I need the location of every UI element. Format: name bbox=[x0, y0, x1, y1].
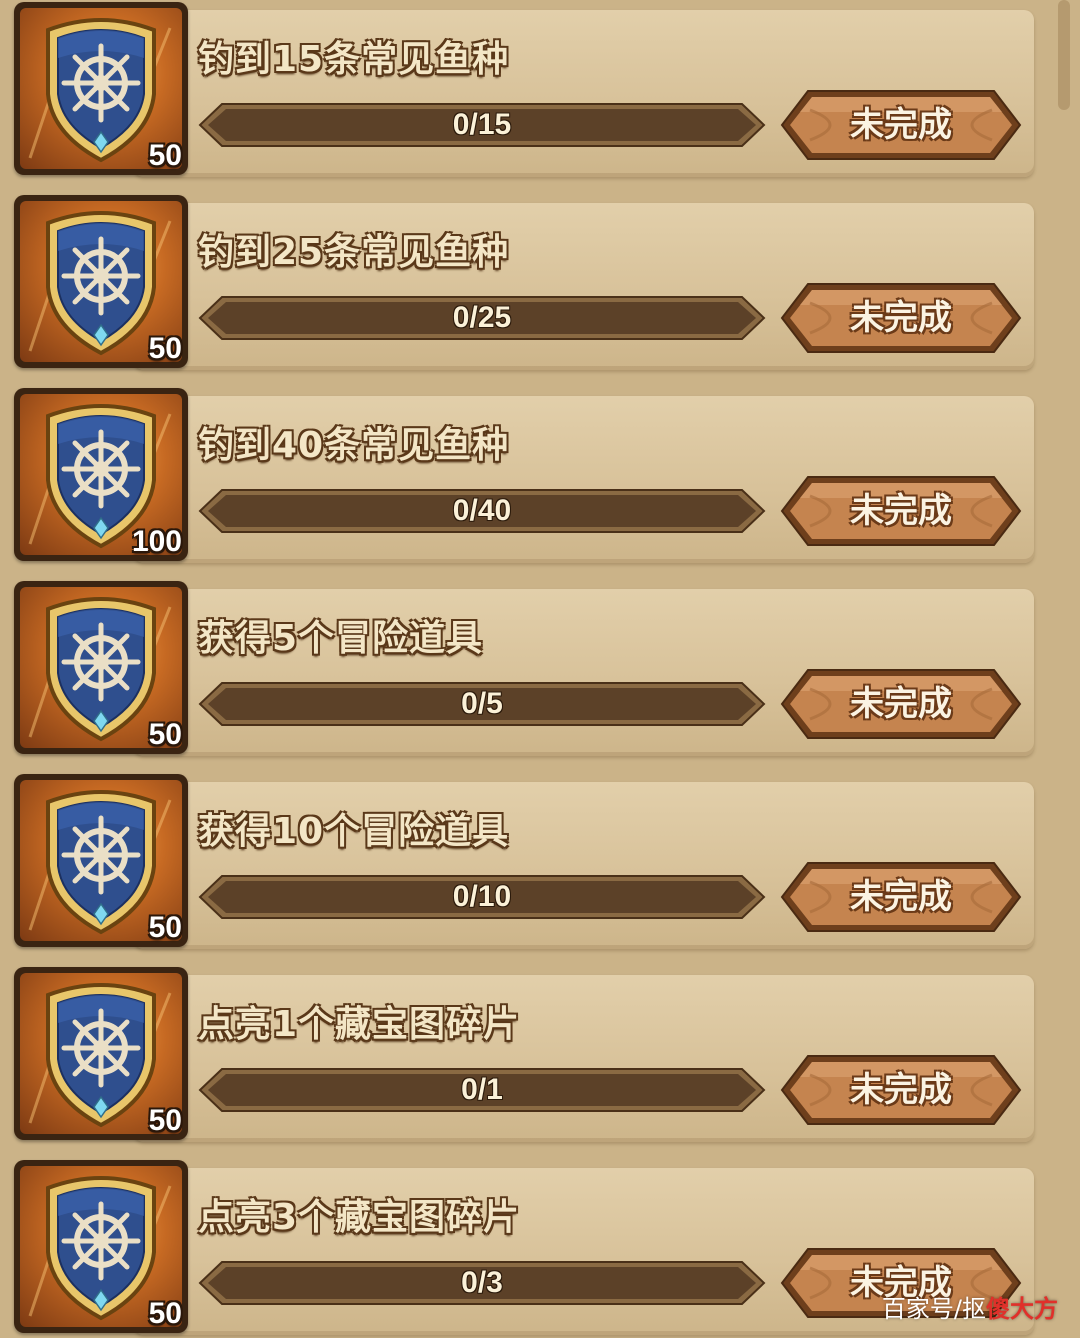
task-title: 点亮3个藏宝图碎片 bbox=[198, 1197, 521, 1238]
progress-bar: 0/10 bbox=[198, 874, 766, 920]
reward-amount: 50 bbox=[148, 139, 182, 172]
task-badge: 50 bbox=[14, 1160, 188, 1333]
progress-bar: 0/15 bbox=[198, 102, 766, 148]
progress-bar: 0/1 bbox=[198, 1067, 766, 1113]
incomplete-button[interactable]: 未完成 bbox=[780, 667, 1022, 741]
progress-text: 0/1 bbox=[461, 1073, 503, 1106]
reward-amount: 50 bbox=[148, 1104, 182, 1137]
task-badge: 100 bbox=[14, 388, 188, 561]
status-label: 未完成 bbox=[850, 684, 952, 724]
task-badge: 50 bbox=[14, 581, 188, 754]
scrollbar[interactable] bbox=[1058, 0, 1070, 110]
task-row: 50 获得10个冒险道具 0/10 未完成 bbox=[14, 774, 1034, 949]
task-badge: 50 bbox=[14, 195, 188, 368]
incomplete-button[interactable]: 未完成 bbox=[780, 860, 1022, 934]
progress-text: 0/3 bbox=[461, 1266, 503, 1299]
task-title: 钓到15条常见鱼种 bbox=[198, 39, 510, 80]
status-label: 未完成 bbox=[850, 105, 952, 145]
task-title: 获得5个冒险道具 bbox=[198, 618, 484, 659]
progress-text: 0/40 bbox=[452, 494, 512, 527]
task-row: 50 点亮1个藏宝图碎片 0/1 未完成 bbox=[14, 967, 1034, 1142]
task-badge: 50 bbox=[14, 2, 188, 175]
progress-text: 0/15 bbox=[452, 108, 512, 141]
watermark: 百家号/抠傻大方游戏 bbox=[882, 1289, 1058, 1324]
status-label: 未完成 bbox=[850, 298, 952, 338]
task-badge: 50 bbox=[14, 774, 188, 947]
progress-text: 0/10 bbox=[452, 880, 512, 913]
progress-bar: 0/25 bbox=[198, 295, 766, 341]
task-badge: 50 bbox=[14, 967, 188, 1140]
progress-text: 0/25 bbox=[452, 301, 512, 334]
reward-amount: 100 bbox=[131, 525, 182, 558]
task-title: 点亮1个藏宝图碎片 bbox=[198, 1004, 521, 1045]
incomplete-button[interactable]: 未完成 bbox=[780, 88, 1022, 162]
progress-bar: 0/3 bbox=[198, 1260, 766, 1306]
reward-amount: 50 bbox=[148, 911, 182, 944]
incomplete-button[interactable]: 未完成 bbox=[780, 1053, 1022, 1127]
status-label: 未完成 bbox=[850, 877, 952, 917]
incomplete-button[interactable]: 未完成 bbox=[780, 474, 1022, 548]
progress-bar: 0/5 bbox=[198, 681, 766, 727]
reward-amount: 50 bbox=[148, 332, 182, 365]
task-title: 钓到40条常见鱼种 bbox=[198, 425, 510, 466]
task-row: 50 钓到15条常见鱼种 0/15 未完成 bbox=[14, 2, 1034, 177]
progress-bar: 0/40 bbox=[198, 488, 766, 534]
status-label: 未完成 bbox=[850, 491, 952, 531]
task-title: 钓到25条常见鱼种 bbox=[198, 232, 510, 273]
reward-amount: 50 bbox=[148, 1297, 182, 1330]
task-row: 50 获得5个冒险道具 0/5 未完成 bbox=[14, 581, 1034, 756]
reward-amount: 50 bbox=[148, 718, 182, 751]
task-row: 50 钓到25条常见鱼种 0/25 未完成 bbox=[14, 195, 1034, 370]
watermark-mark: 傻大方 bbox=[986, 1295, 1058, 1323]
task-row: 100 钓到40条常见鱼种 0/40 未完成 bbox=[14, 388, 1034, 563]
progress-text: 0/5 bbox=[461, 687, 503, 720]
task-title: 获得10个冒险道具 bbox=[198, 811, 510, 852]
achievement-list: 50 钓到15条常见鱼种 0/15 未完成 50 钓到25条常见鱼种 0/25 … bbox=[0, 0, 1080, 1338]
status-label: 未完成 bbox=[850, 1070, 952, 1110]
watermark-prefix: 百家号/抠 bbox=[881, 1295, 986, 1323]
incomplete-button[interactable]: 未完成 bbox=[780, 281, 1022, 355]
